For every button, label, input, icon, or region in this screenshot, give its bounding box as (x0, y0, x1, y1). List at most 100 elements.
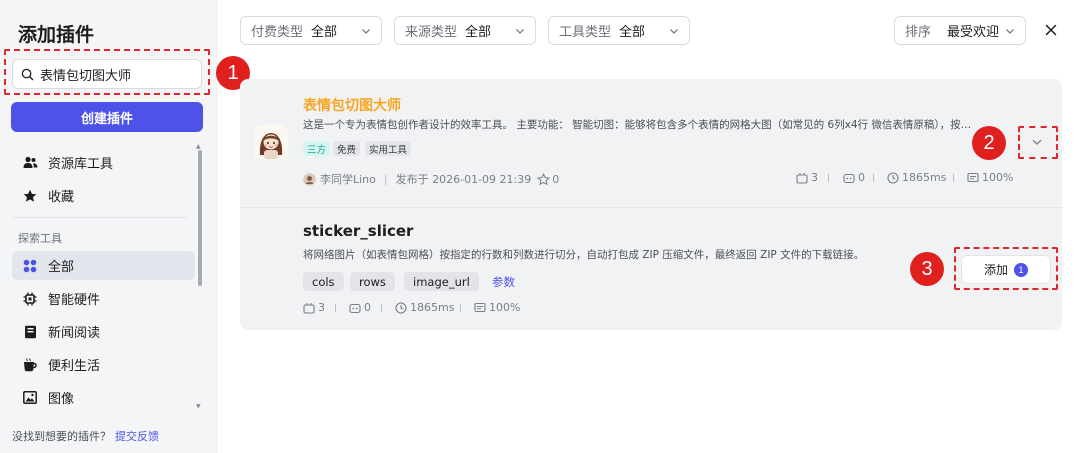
param-chip: cols (303, 272, 344, 291)
param-chip: rows (350, 272, 395, 291)
plugin-title[interactable]: 表情包切图大师 (303, 95, 401, 115)
star-icon (22, 188, 38, 204)
message-icon (474, 302, 486, 312)
pay-type-filter[interactable]: 付费类型 全部 (240, 16, 382, 45)
annotation-box-3 (954, 247, 1058, 290)
sidebar-item-label: 智能硬件 (48, 293, 101, 308)
sidebar-item-library-tools[interactable]: 资源库工具 (12, 148, 195, 177)
bot-icon (843, 173, 855, 183)
bot-icon (349, 303, 361, 313)
users-icon (22, 155, 38, 171)
sidebar-item-label: 收藏 (48, 190, 75, 205)
chevron-down-icon (362, 28, 370, 34)
plugin-author[interactable]: 李同学Lino (320, 171, 376, 187)
stat-divider (828, 174, 829, 182)
chevron-down-icon (516, 28, 524, 34)
stat-divider (335, 304, 336, 312)
stat-value: 100% (489, 301, 521, 314)
sidebar-scrollbar[interactable] (198, 150, 202, 286)
source-type-filter[interactable]: 来源类型 全部 (394, 16, 536, 45)
filter-value: 全部 (311, 25, 338, 40)
stat-value: 3 (811, 171, 818, 184)
sidebar-item-label: 全部 (48, 260, 75, 275)
param-chip: image_url (404, 272, 479, 291)
filter-label: 排序 (905, 25, 932, 40)
stat-divider (460, 304, 461, 312)
plugin-published-date: 发布于 2026-01-09 21:39 (395, 173, 532, 186)
sidebar-item-news[interactable]: 新闻阅读 (12, 317, 195, 346)
sidebar-divider (12, 217, 188, 218)
scroll-down-arrow[interactable]: ▼ (196, 403, 201, 410)
star-outline-icon[interactable] (537, 172, 551, 186)
sidebar-item-label: 图像 (48, 392, 75, 407)
explore-section-label: 探索工具 (18, 232, 62, 245)
stat-value: 100% (982, 171, 1014, 184)
clock-icon (395, 301, 407, 314)
sidebar-title: 添加插件 (18, 24, 95, 46)
close-icon[interactable] (1042, 21, 1060, 39)
coffee-icon (22, 357, 38, 373)
sidebar-item-label: 便利生活 (48, 359, 101, 374)
plugin-meta: 李同学Lino | 发布于 2026-01-09 21:39 0 (303, 171, 559, 187)
image-icon (22, 390, 38, 406)
chip-icon (22, 291, 38, 307)
grid-icon (22, 258, 38, 274)
annotation-badge-2: 2 (972, 126, 1006, 160)
card-divider (240, 207, 1062, 208)
params-link[interactable]: 参数 (492, 274, 515, 290)
stat-divider (873, 174, 874, 182)
stat-divider (381, 304, 382, 312)
stat-tools: 3 (303, 301, 325, 314)
feedback-row: 没找到想要的插件？ 提交反馈 (12, 428, 159, 444)
stat-success: 100% (474, 301, 520, 314)
filter-value: 全部 (465, 25, 492, 40)
filter-label: 付费类型 (251, 25, 304, 40)
stat-latency: 1865ms (887, 171, 946, 184)
sidebar-item-label: 新闻阅读 (48, 326, 101, 341)
sidebar-item-favorites[interactable]: 收藏 (12, 181, 195, 210)
stat-tools: 3 (796, 171, 818, 184)
tag-third-party: 三方 (303, 141, 331, 156)
plugin-icon (796, 172, 808, 184)
clock-icon (887, 171, 899, 184)
chevron-down-icon (1006, 28, 1014, 34)
filter-label: 工具类型 (559, 25, 612, 40)
feedback-text: 没找到想要的插件？ (12, 430, 111, 443)
tool-description: 将网络图片（如表情包网格）按指定的行数和列数进行切分，自动打包成 ZIP 压缩文… (303, 249, 865, 261)
scroll-up-arrow[interactable]: ▲ (196, 143, 201, 150)
plugin-icon (303, 302, 315, 314)
filter-label: 来源类型 (405, 25, 458, 40)
chevron-down-icon (670, 28, 678, 34)
stat-divider (953, 174, 954, 182)
sidebar-item-label: 资源库工具 (48, 157, 114, 172)
annotation-box-2 (1018, 126, 1058, 159)
annotation-box-1 (4, 49, 210, 95)
filter-value: 全部 (619, 25, 646, 40)
tag-free: 免费 (333, 141, 361, 156)
filter-value: 最受欢迎 (947, 25, 1000, 40)
stat-value: 0 (364, 301, 371, 314)
feedback-link[interactable]: 提交反馈 (115, 430, 159, 443)
sort-filter[interactable]: 排序 最受欢迎 (894, 16, 1026, 45)
plugin-description: 这是一个专为表情包创作者设计的效率工具。 主要功能： 智能切图：能够将包含多个表… (303, 119, 972, 131)
stat-value: 0 (858, 171, 865, 184)
create-plugin-button[interactable]: 创建插件 (11, 102, 203, 132)
stat-calls: 0 (843, 171, 865, 184)
stat-value: 3 (318, 301, 325, 314)
stat-value: 1865ms (902, 171, 947, 184)
message-icon (967, 172, 979, 182)
stat-calls: 0 (349, 301, 371, 314)
sidebar-item-image[interactable]: 图像 (12, 383, 195, 412)
sidebar-item-all[interactable]: 全部 (12, 251, 195, 280)
tool-name: sticker_slicer (303, 222, 414, 240)
plugin-avatar (254, 125, 288, 159)
stat-value: 1865ms (410, 301, 455, 314)
tool-type-filter[interactable]: 工具类型 全部 (548, 16, 690, 45)
author-avatar-icon (303, 172, 316, 186)
sidebar-item-smart-hardware[interactable]: 智能硬件 (12, 284, 195, 313)
sidebar-item-life[interactable]: 便利生活 (12, 350, 195, 379)
favorite-count: 0 (552, 172, 560, 186)
stat-success: 100% (967, 171, 1013, 184)
book-icon (22, 324, 38, 340)
tag-utility: 实用工具 (365, 141, 412, 156)
